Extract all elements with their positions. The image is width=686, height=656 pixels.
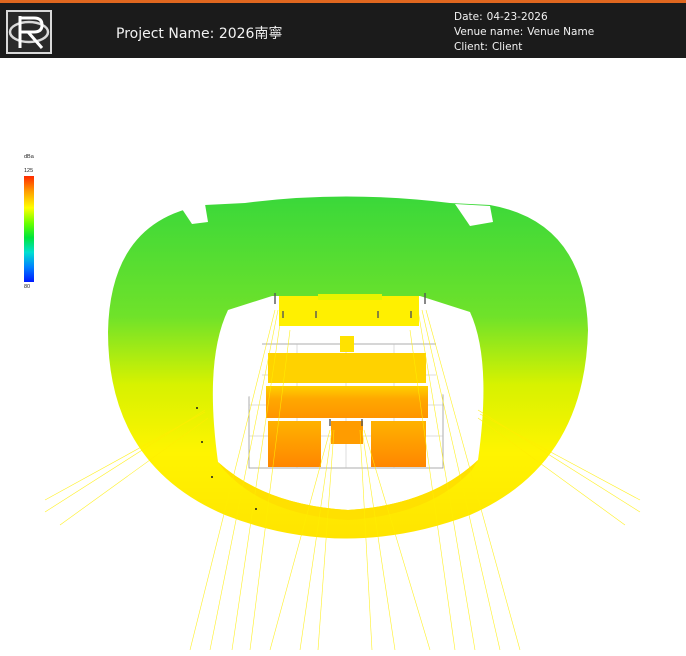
venue-3d-view[interactable]: [0, 140, 686, 656]
client-value: Client: [491, 41, 523, 53]
report-header: Project Name: 2026南寧 Date: 04-23-2026 Ve…: [0, 0, 686, 58]
client-row: Client: Client: [454, 40, 594, 55]
date-row: Date: 04-23-2026: [454, 10, 594, 25]
date-label: Date:: [454, 11, 483, 23]
venue-value: Venue Name: [527, 26, 595, 38]
project-name: Project Name: 2026南寧: [116, 23, 282, 43]
project-name-value: 2026南寧: [218, 26, 283, 42]
client-label: Client:: [454, 41, 488, 53]
report-meta: Date: 04-23-2026 Venue name: Venue Name …: [454, 10, 594, 55]
venue-label: Venue name:: [454, 26, 524, 38]
date-value: 04-23-2026: [486, 11, 548, 23]
company-logo-icon: [6, 10, 52, 54]
venue-row: Venue name: Venue Name: [454, 25, 594, 40]
project-name-label: Project Name:: [116, 26, 215, 42]
